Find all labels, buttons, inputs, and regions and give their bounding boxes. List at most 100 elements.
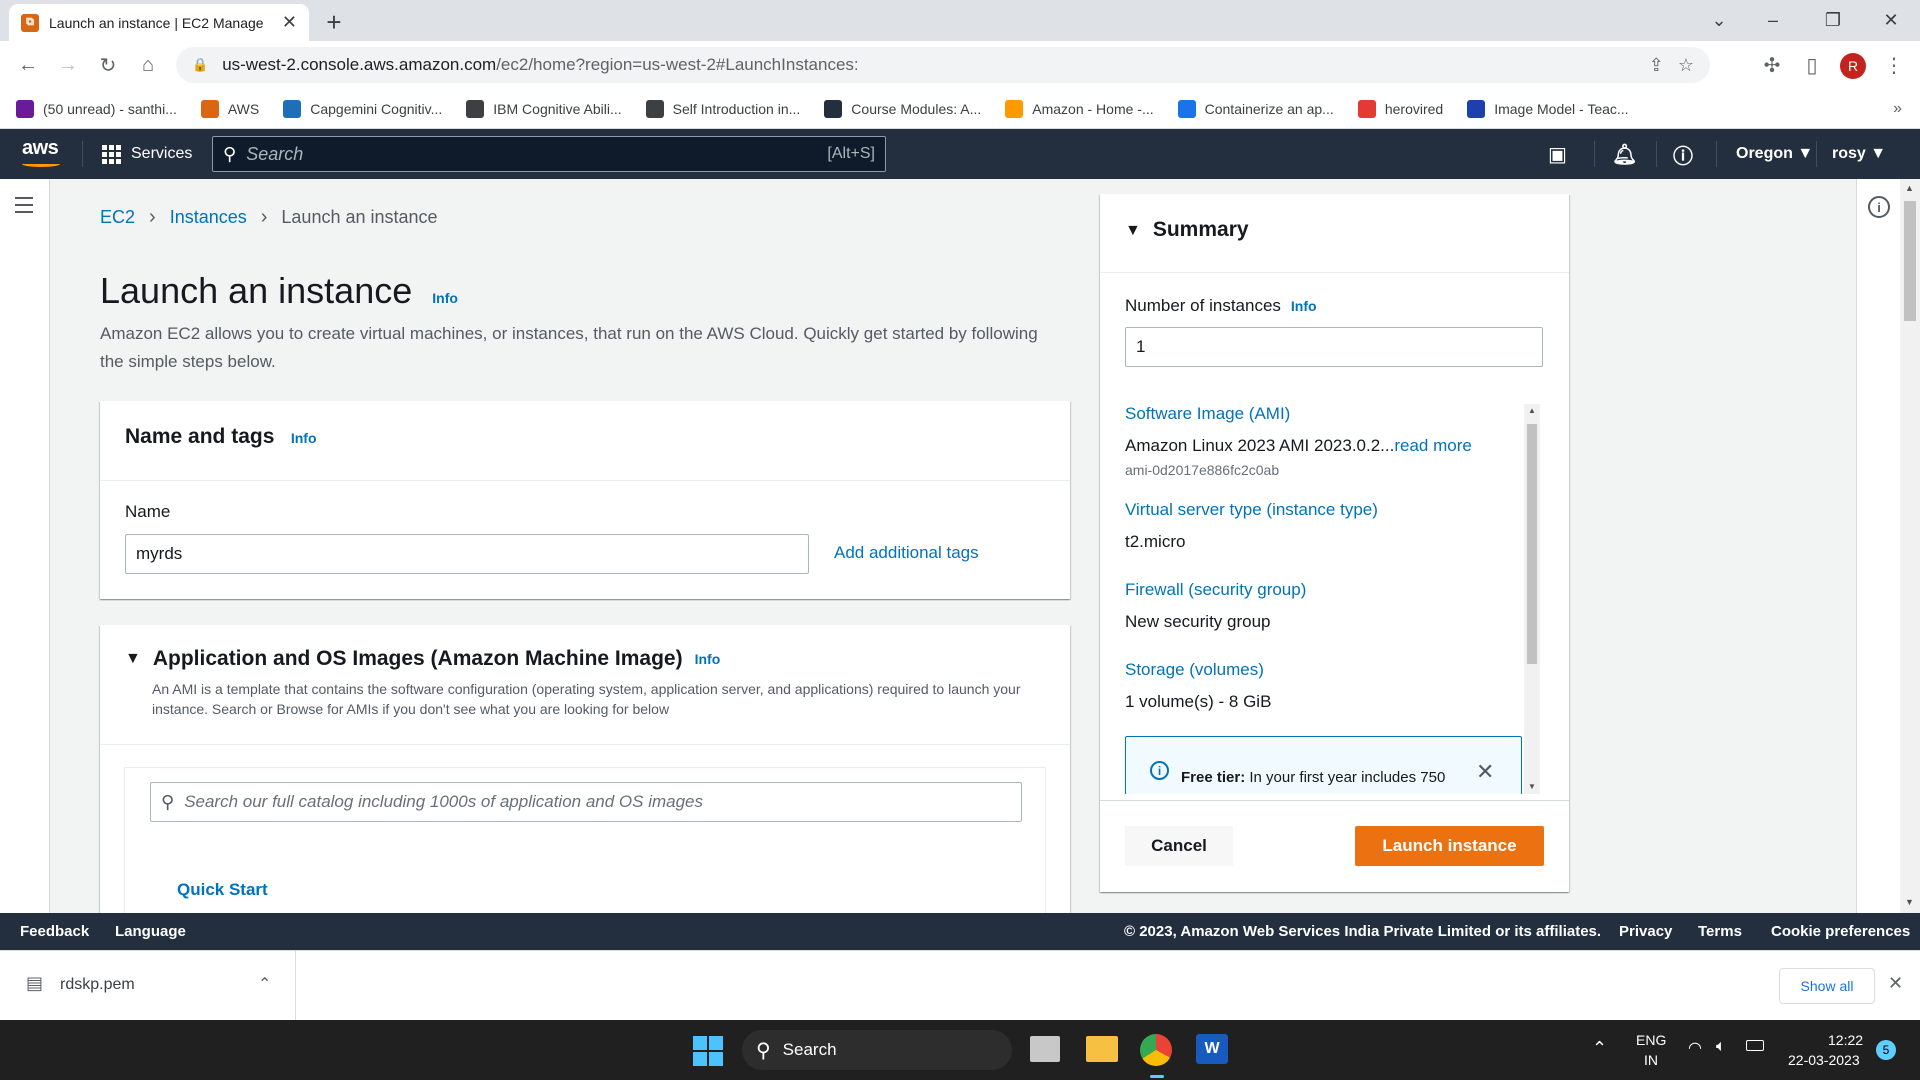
- bookmark-item[interactable]: Self Introduction in...: [645, 99, 800, 118]
- minimize-icon[interactable]: –: [1746, 0, 1800, 40]
- close-downloads-icon[interactable]: ✕: [1888, 973, 1903, 994]
- scroll-up-icon[interactable]: ▲: [1528, 406, 1536, 415]
- read-more-link[interactable]: read more: [1394, 436, 1471, 455]
- firewall-link[interactable]: Firewall (security group): [1125, 580, 1306, 600]
- word-icon[interactable]: W: [1196, 1034, 1228, 1064]
- volume-icon[interactable]: 🔈︎: [1716, 1038, 1726, 1056]
- account-menu[interactable]: rosy ▼: [1832, 129, 1886, 179]
- nav-divider: [82, 141, 83, 167]
- battery-icon[interactable]: [1746, 1040, 1764, 1051]
- clock-time[interactable]: 12:22: [1828, 1032, 1863, 1048]
- taskbar-search[interactable]: ⚲ Search: [742, 1030, 1012, 1070]
- aws-search-input[interactable]: ⚲ Search [Alt+S]: [212, 136, 886, 172]
- cube-icon: [1005, 99, 1024, 118]
- bookmark-item[interactable]: Capgemini Cognitiv...: [283, 99, 442, 118]
- terms-link[interactable]: Terms: [1698, 923, 1742, 940]
- browser-tab[interactable]: ⧉ Launch an instance | EC2 Manage ✕: [9, 4, 309, 41]
- restore-icon[interactable]: ❐: [1806, 0, 1860, 40]
- address-bar[interactable]: 🔒 us-west-2.console.aws.amazon.com/ec2/h…: [176, 47, 1710, 83]
- breadcrumb-instances[interactable]: Instances: [170, 207, 247, 228]
- bookmark-item[interactable]: Image Model - Teac...: [1467, 99, 1629, 118]
- notifications-bell-icon[interactable]: 🔔︎: [1612, 129, 1637, 179]
- scroll-down-icon[interactable]: ▼: [1528, 782, 1536, 791]
- cloudshell-icon[interactable]: ▣: [1548, 129, 1567, 179]
- side-panel-icon[interactable]: ▯: [1796, 49, 1828, 81]
- tab-search-icon[interactable]: ⌄: [1692, 0, 1746, 40]
- summary-details: Software Image (AMI) Amazon Linux 2023 A…: [1125, 404, 1524, 794]
- scroll-down-icon[interactable]: ▼: [1905, 897, 1914, 907]
- name-input[interactable]: myrds: [125, 534, 809, 574]
- lang-eng[interactable]: ENG: [1636, 1032, 1666, 1048]
- forward-icon[interactable]: →: [52, 49, 84, 81]
- breadcrumb-ec2[interactable]: EC2: [100, 207, 135, 228]
- lang-in[interactable]: IN: [1644, 1052, 1658, 1068]
- num-instances-input[interactable]: 1: [1125, 327, 1543, 367]
- url-text[interactable]: us-west-2.console.aws.amazon.com/ec2/hom…: [222, 55, 1635, 75]
- windows-start-icon[interactable]: [693, 1036, 723, 1066]
- chevron-up-icon[interactable]: ⌃: [1592, 1038, 1607, 1059]
- reload-icon[interactable]: ↻: [92, 49, 124, 81]
- close-icon[interactable]: ✕: [1476, 759, 1494, 785]
- aws-logo[interactable]: aws: [22, 137, 59, 160]
- taskbar-search-label: Search: [782, 1040, 837, 1059]
- chrome-icon[interactable]: [1140, 1034, 1172, 1066]
- cancel-button[interactable]: Cancel: [1125, 826, 1233, 866]
- task-view-icon[interactable]: [1030, 1036, 1060, 1062]
- summary-scrollbar[interactable]: ▲ ▼: [1524, 404, 1540, 794]
- scroll-up-icon[interactable]: ▲: [1905, 183, 1914, 193]
- storage-link[interactable]: Storage (volumes): [1125, 660, 1264, 680]
- bookmark-item[interactable]: Course Modules: A...: [824, 99, 981, 118]
- aws-footer: Feedback Language © 2023, Amazon Web Ser…: [0, 913, 1920, 950]
- services-menu[interactable]: Services: [102, 129, 192, 179]
- clock-date[interactable]: 22-03-2023: [1788, 1052, 1860, 1068]
- more-bookmarks-icon[interactable]: »: [1893, 100, 1902, 118]
- feedback-link[interactable]: Feedback: [20, 923, 89, 940]
- show-all-button[interactable]: Show all: [1779, 968, 1875, 1004]
- chevron-up-icon[interactable]: ⌃: [258, 974, 271, 994]
- close-window-icon[interactable]: ✕: [1864, 0, 1918, 40]
- profile-avatar[interactable]: R: [1840, 53, 1866, 79]
- add-additional-tags-link[interactable]: Add additional tags: [834, 543, 979, 563]
- num-instances-info-link[interactable]: Info: [1291, 298, 1317, 314]
- page-info-link[interactable]: Info: [432, 290, 458, 306]
- notification-badge[interactable]: 5: [1876, 1040, 1896, 1060]
- bookmark-star-icon[interactable]: ☆: [1678, 55, 1694, 76]
- cookie-preferences-link[interactable]: Cookie preferences: [1771, 923, 1910, 940]
- bookmark-item[interactable]: herovired: [1357, 99, 1443, 118]
- page-scrollbar-thumb[interactable]: [1904, 201, 1916, 321]
- language-link[interactable]: Language: [115, 923, 186, 940]
- instance-type-link[interactable]: Virtual server type (instance type): [1125, 500, 1378, 520]
- ami-summary-link[interactable]: Software Image (AMI): [1125, 404, 1290, 424]
- bookmark-item[interactable]: AWS: [200, 99, 259, 118]
- hamburger-menu-icon[interactable]: [15, 197, 33, 218]
- tab-quick-start[interactable]: Quick Start: [177, 880, 268, 900]
- bookmark-item[interactable]: (50 unread) - santhi...: [16, 99, 177, 118]
- ami-search-input[interactable]: ⚲ Search our full catalog including 1000…: [150, 782, 1022, 822]
- name-tags-info-link[interactable]: Info: [291, 430, 317, 446]
- summary-card: ▼ Summary Number of instances Info 1 Sof…: [1100, 194, 1569, 892]
- summary-scrollbar-thumb[interactable]: [1527, 424, 1537, 664]
- privacy-link[interactable]: Privacy: [1619, 923, 1672, 940]
- help-icon[interactable]: ⓘ: [1673, 129, 1693, 179]
- file-explorer-icon[interactable]: [1086, 1036, 1118, 1062]
- wifi-icon[interactable]: ◠: [1688, 1038, 1702, 1058]
- extensions-icon[interactable]: ✣: [1756, 49, 1788, 81]
- close-tab-icon[interactable]: ✕: [282, 12, 297, 33]
- download-item[interactable]: ▤ rdskp.pem ⌃: [0, 951, 296, 1021]
- ami-info-link[interactable]: Info: [695, 651, 721, 667]
- launch-instance-button[interactable]: Launch instance: [1355, 826, 1544, 866]
- home-icon[interactable]: ⌂: [132, 49, 164, 81]
- caret-down-icon[interactable]: ▼: [1125, 222, 1141, 240]
- bookmark-item[interactable]: Containerize an ap...: [1177, 99, 1334, 118]
- bookmark-item[interactable]: IBM Cognitive Abili...: [466, 99, 622, 118]
- page-scrollbar[interactable]: ▲ ▼: [1900, 179, 1920, 913]
- caret-down-icon[interactable]: ▼: [125, 650, 141, 668]
- breadcrumb-current: Launch an instance: [281, 207, 438, 227]
- new-tab-button[interactable]: +: [318, 6, 350, 38]
- share-icon[interactable]: ⇪: [1649, 55, 1664, 76]
- region-selector[interactable]: Oregon ▼: [1736, 129, 1813, 179]
- bookmark-item[interactable]: Amazon - Home -...: [1005, 99, 1154, 118]
- back-icon[interactable]: ←: [12, 49, 44, 81]
- info-panel-icon[interactable]: i: [1868, 196, 1890, 218]
- menu-kebab-icon[interactable]: ⋮: [1878, 49, 1910, 81]
